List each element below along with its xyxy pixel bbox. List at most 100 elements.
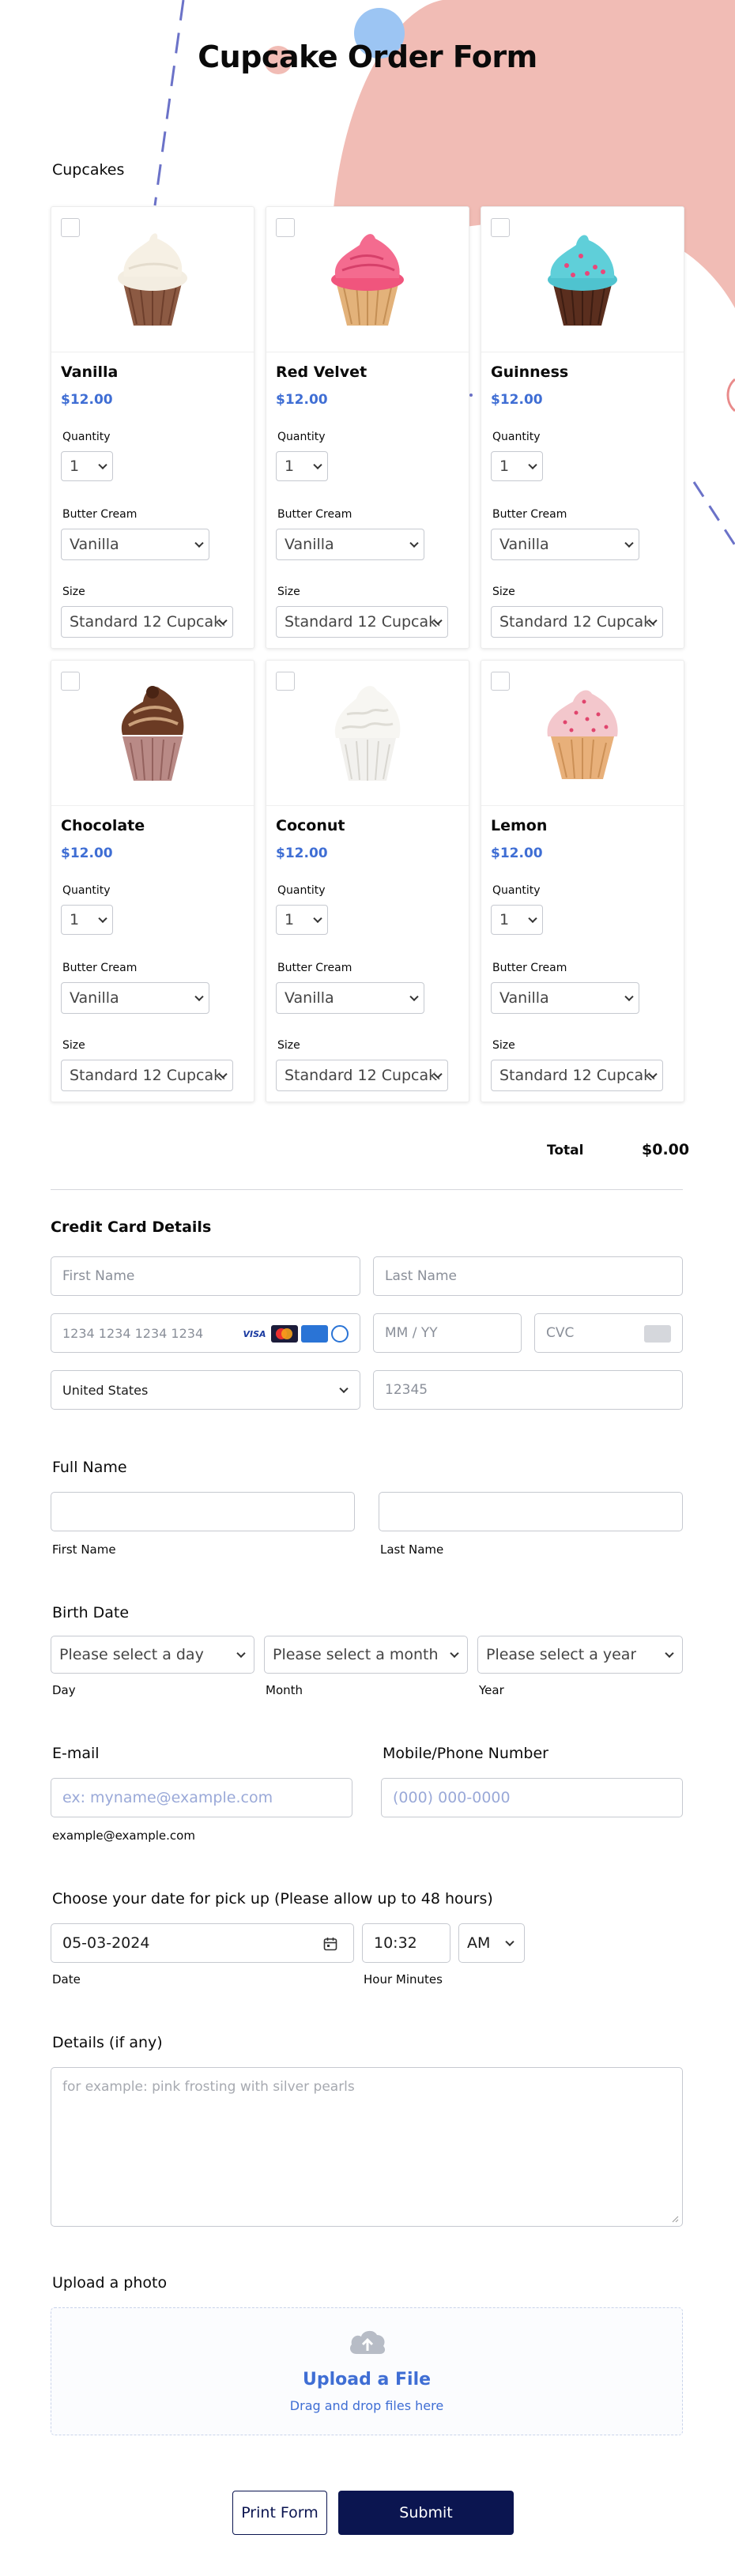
chevron-down-icon bbox=[450, 1648, 459, 1659]
upload-dropzone[interactable]: Upload a File Drag and drop files here bbox=[51, 2307, 683, 2435]
mastercard-icon bbox=[271, 1325, 298, 1343]
size-label: Size bbox=[62, 1039, 85, 1052]
resize-handle-icon[interactable] bbox=[671, 2215, 679, 2223]
first-name-caption: First Name bbox=[52, 1542, 116, 1557]
zip-code-field[interactable]: 12345 bbox=[373, 1370, 683, 1410]
quantity-select[interactable]: 1 bbox=[491, 905, 543, 935]
cupcake-lemon-icon bbox=[547, 689, 618, 779]
birth-year-select[interactable]: Please select a year bbox=[477, 1636, 683, 1674]
quantity-select[interactable]: 1 bbox=[61, 905, 113, 935]
cupcake-card-lemon: Lemon $12.00 Quantity 1 Butter Cream Van… bbox=[481, 660, 684, 1102]
cupcake-checkbox[interactable] bbox=[276, 672, 295, 691]
size-select[interactable]: Standard 12 Cupcakes bbox=[491, 1060, 663, 1091]
chevron-down-icon bbox=[409, 538, 419, 548]
pickup-date-label: Choose your date for pick up (Please all… bbox=[52, 1890, 493, 1908]
chevron-down-icon bbox=[665, 1648, 674, 1659]
cream-select[interactable]: Vanilla bbox=[276, 529, 424, 560]
cupcakes-section-label: Cupcakes bbox=[52, 161, 125, 179]
cream-select[interactable]: Vanilla bbox=[276, 982, 424, 1014]
cupcake-vanilla-icon bbox=[118, 232, 187, 326]
size-label: Size bbox=[62, 586, 85, 598]
cupcake-checkbox[interactable] bbox=[491, 218, 510, 237]
credit-card-section-label: Credit Card Details bbox=[51, 1218, 212, 1236]
pickup-time-input[interactable]: 10:32 bbox=[362, 1923, 450, 1963]
country-select[interactable]: United States bbox=[51, 1370, 360, 1410]
chevron-down-icon bbox=[624, 538, 634, 548]
size-select[interactable]: Standard 12 Cupcakes bbox=[61, 606, 233, 638]
details-label: Details (if any) bbox=[52, 2034, 163, 2051]
card-last-name-field[interactable]: Last Name bbox=[373, 1256, 683, 1296]
quantity-select[interactable]: 1 bbox=[276, 451, 328, 481]
email-label: E-mail bbox=[52, 1745, 100, 1762]
size-select[interactable]: Standard 12 Cupcakes bbox=[276, 606, 448, 638]
chevron-down-icon bbox=[98, 460, 107, 470]
birth-day-select[interactable]: Please select a day bbox=[51, 1636, 254, 1674]
quantity-value: 1 bbox=[285, 458, 295, 475]
phone-input[interactable]: (000) 000-0000 bbox=[381, 1778, 683, 1817]
card-cvc-field[interactable]: CVC bbox=[534, 1313, 683, 1353]
cupcake-checkbox[interactable] bbox=[61, 218, 80, 237]
cupcake-guinness-icon bbox=[548, 234, 617, 326]
size-select[interactable]: Standard 12 Cupcakes bbox=[491, 606, 663, 638]
chevron-down-icon bbox=[98, 913, 107, 924]
details-placeholder: for example: pink frosting with silver p… bbox=[62, 2079, 355, 2095]
cupcake-chocolate-icon bbox=[121, 685, 184, 781]
last-name-input[interactable] bbox=[379, 1492, 683, 1531]
cream-label: Butter Cream bbox=[492, 962, 567, 974]
form-page: Cupcake Order Form Cupcakes Vanilla $12.… bbox=[0, 0, 735, 2576]
cupcake-red-velvet-icon bbox=[331, 233, 404, 326]
pickup-ampm-select[interactable]: AM bbox=[458, 1923, 525, 1963]
size-label: Size bbox=[277, 586, 300, 598]
cream-label: Butter Cream bbox=[62, 962, 138, 974]
cream-select[interactable]: Vanilla bbox=[61, 982, 209, 1014]
quantity-select[interactable]: 1 bbox=[491, 451, 543, 481]
cvc-placeholder: CVC bbox=[546, 1325, 575, 1341]
cupcake-image-lemon bbox=[481, 661, 684, 806]
upload-title: Upload a File bbox=[302, 2370, 432, 2390]
cream-label: Butter Cream bbox=[62, 508, 138, 521]
size-select[interactable]: Standard 12 Cupcakes bbox=[61, 1060, 233, 1091]
calendar-icon[interactable] bbox=[323, 1937, 337, 1951]
cloud-upload-icon bbox=[350, 2330, 386, 2354]
quantity-select[interactable]: 1 bbox=[276, 905, 328, 935]
cupcake-name: Guinness bbox=[491, 363, 569, 381]
cupcake-image-vanilla bbox=[51, 207, 254, 352]
visa-icon: VISA bbox=[241, 1325, 268, 1343]
chevron-down-icon bbox=[194, 538, 204, 548]
cream-select[interactable]: Vanilla bbox=[491, 529, 639, 560]
quantity-value: 1 bbox=[70, 458, 80, 475]
size-select[interactable]: Standard 12 Cupcakes bbox=[276, 1060, 448, 1091]
cupcake-card-vanilla: Vanilla $12.00 Quantity 1 Butter Cream V… bbox=[51, 206, 254, 649]
cupcake-card-guinness: Guinness $12.00 Quantity 1 Butter Cream … bbox=[481, 206, 684, 649]
cupcake-name: Vanilla bbox=[61, 363, 119, 381]
cupcake-name: Red Velvet bbox=[276, 363, 368, 381]
birth-day-placeholder: Please select a day bbox=[59, 1646, 204, 1663]
print-form-button[interactable]: Print Form bbox=[232, 2491, 327, 2535]
submit-button[interactable]: Submit bbox=[338, 2491, 514, 2535]
cupcake-price: $12.00 bbox=[61, 392, 113, 408]
cupcake-checkbox[interactable] bbox=[61, 672, 80, 691]
pickup-date-input[interactable]: 05-03-2024 bbox=[51, 1923, 354, 1963]
quantity-value: 1 bbox=[499, 458, 510, 475]
card-number-field[interactable]: 1234 1234 1234 1234 VISA bbox=[51, 1313, 360, 1353]
details-textarea[interactable]: for example: pink frosting with silver p… bbox=[51, 2067, 683, 2227]
quantity-label: Quantity bbox=[492, 884, 541, 897]
first-name-input[interactable] bbox=[51, 1492, 355, 1531]
month-caption: Month bbox=[266, 1683, 303, 1697]
cream-select[interactable]: Vanilla bbox=[61, 529, 209, 560]
card-first-name-field[interactable]: First Name bbox=[51, 1256, 360, 1296]
quantity-select[interactable]: 1 bbox=[61, 451, 113, 481]
page-title: Cupcake Order Form bbox=[198, 40, 537, 74]
chevron-down-icon bbox=[409, 992, 419, 1002]
card-expiry-field[interactable]: MM / YY bbox=[373, 1313, 522, 1353]
cupcake-checkbox[interactable] bbox=[491, 672, 510, 691]
cream-label: Butter Cream bbox=[277, 962, 352, 974]
cupcake-checkbox[interactable] bbox=[276, 218, 295, 237]
cupcake-card-chocolate: Chocolate $12.00 Quantity 1 Butter Cream… bbox=[51, 660, 254, 1102]
cream-select[interactable]: Vanilla bbox=[491, 982, 639, 1014]
cupcake-image-coconut bbox=[266, 661, 469, 806]
email-input[interactable]: ex: myname@example.com bbox=[51, 1778, 352, 1817]
cupcake-name: Lemon bbox=[491, 817, 548, 834]
upload-subtitle: Drag and drop files here bbox=[289, 2398, 444, 2413]
birth-month-select[interactable]: Please select a month bbox=[264, 1636, 468, 1674]
